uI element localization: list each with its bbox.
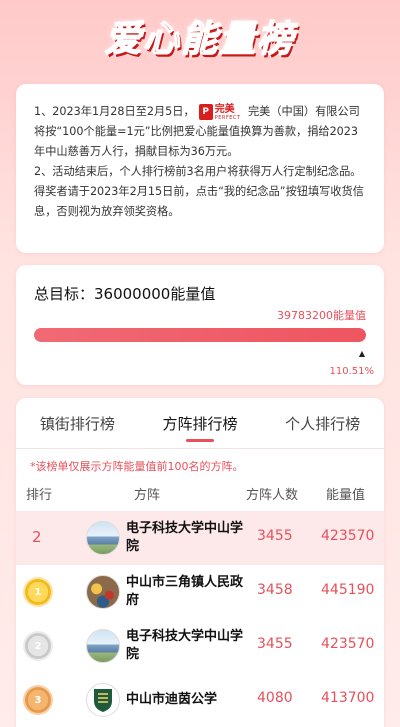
row-people: 3458 [257, 582, 293, 598]
progress-marker-icon: ▲ [358, 349, 365, 358]
goal-card: 总目标：36000000能量值 39783200能量值 ▲ 110.51% [16, 265, 384, 385]
silver-medal-icon: 2 [25, 633, 51, 659]
medal-rank-text: 3 [34, 694, 42, 706]
header-people: 方阵人数 [246, 488, 299, 503]
row-team-name: 中山市迪茵公学 [126, 692, 218, 707]
tab-divider [16, 448, 384, 449]
bronze-medal-icon: 3 [25, 687, 51, 713]
gold-medal-icon: 1 [25, 579, 51, 605]
row-energy: 423570 [321, 636, 375, 652]
team-avatar-school-crest [86, 683, 120, 717]
medal-rank-text: 1 [34, 586, 42, 598]
team-avatar-campus [86, 629, 120, 663]
row-energy: 445190 [321, 582, 375, 598]
row-team-name: 电子科技大学中山学院 [126, 521, 244, 554]
table-row[interactable]: 1 中山市三角镇人民政府 3458 445190 [16, 565, 384, 619]
shield-icon [94, 689, 112, 712]
logo-en-text: PERFECT [214, 114, 241, 121]
header-team: 方阵 [134, 488, 161, 503]
team-avatar-crowd [86, 575, 120, 609]
ranking-note: *该榜单仅展示方阵能量值前100名的方阵。 [30, 460, 244, 473]
perfect-logo-mark: P [198, 104, 213, 120]
row-people: 3455 [257, 528, 293, 544]
row-team-name: 中山市三角镇人民政府 [126, 575, 244, 608]
ranking-card: 镇街排行榜 方阵排行榜 个人排行榜 *该榜单仅展示方阵能量值前100名的方阵。 … [16, 398, 384, 727]
goal-title: 总目标：36000000能量值 [34, 285, 216, 303]
goal-percent-label: 110.51% [329, 366, 375, 377]
table-row[interactable]: 2 电子科技大学中山学院 3455 423570 [16, 619, 384, 673]
logo-cn-text: 完美 [214, 103, 235, 115]
banner: 爱心能量榜 [0, 0, 400, 72]
row-energy: 413700 [321, 690, 375, 706]
row-energy: 423570 [321, 528, 375, 544]
header-rank: 排行 [26, 488, 53, 503]
table-row[interactable]: 3 中山市迪茵公学 4080 413700 [16, 673, 384, 727]
team-avatar-campus [86, 521, 120, 555]
table-header: 排行 方阵 方阵人数 能量值 [16, 482, 384, 506]
perfect-logo: P 完美 PERFECT [198, 103, 241, 121]
row-people: 3455 [257, 636, 293, 652]
row-people: 4080 [257, 690, 293, 706]
info-card: 1、2023年1月28日至2月5日， P 完美 PERFECT 完美（中国）有限公司将… [16, 84, 384, 253]
page-title: 爱心能量榜 [104, 18, 295, 61]
info-paragraph-2: 2、活动结束后，个人排行榜前3名用户将获得万人行定制纪念品。得奖者请于2023年… [34, 165, 364, 218]
info-p1-before: 1、2023年1月28日至2月5日， [34, 105, 195, 118]
tab-team-ranking[interactable]: 方阵排行榜 [139, 398, 262, 448]
tab-town-ranking[interactable]: 镇街排行榜 [16, 398, 139, 448]
goal-progress-fill [34, 328, 366, 342]
header-energy: 能量值 [326, 488, 366, 503]
ranking-tabs: 镇街排行榜 方阵排行榜 个人排行榜 [16, 398, 384, 448]
medal-rank-text: 2 [34, 640, 42, 652]
tab-personal-ranking[interactable]: 个人排行榜 [261, 398, 384, 448]
row-team-name: 电子科技大学中山学院 [126, 629, 244, 662]
row-rank: 2 [32, 528, 42, 546]
info-paragraph-1: 1、2023年1月28日至2月5日， P 完美 PERFECT 完美（中国）有限公司将… [34, 102, 368, 162]
goal-progress-bar [34, 328, 366, 342]
goal-current-value: 39783200能量值 [277, 309, 366, 322]
table-row-my-team[interactable]: 2 电子科技大学中山学院 3455 423570 [16, 511, 384, 565]
